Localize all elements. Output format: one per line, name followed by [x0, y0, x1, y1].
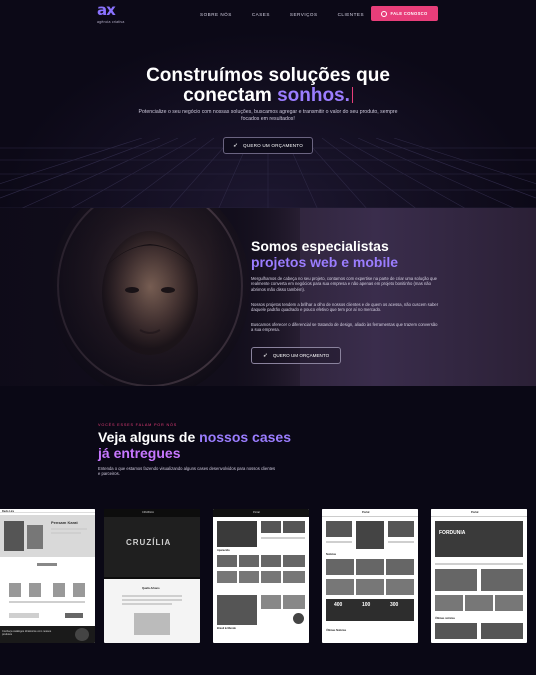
- typing-cursor: [351, 87, 353, 103]
- case-card-brand: Portal: [471, 511, 479, 514]
- cases-title-accent-2: já entregues: [98, 445, 181, 461]
- hero-title-accent: sonhos.: [277, 85, 350, 106]
- rocket-icon: ➶: [233, 142, 239, 149]
- specialists-paragraph-3: Buscamos oferecer o diferencial se trata…: [251, 322, 438, 333]
- site-header: ax agência criativa SOBRE NÓS CASES SERV…: [0, 0, 536, 30]
- nav-item-servicos[interactable]: SERVIÇOS: [290, 12, 318, 17]
- hero-quote-button-label: QUERO UM ORÇAMENTO: [243, 143, 303, 148]
- specialists-paragraph-1: Mergulhamos de cabeça no seu projeto, co…: [251, 276, 437, 292]
- case-card-stat: 400: [334, 602, 343, 608]
- nav-item-clientes[interactable]: CLIENTES: [338, 12, 364, 17]
- case-card-stat: 100: [362, 602, 371, 608]
- case-card-headline: CRUZÍLIA: [126, 538, 172, 547]
- specialists-title: Somos especialistas: [251, 238, 389, 254]
- cases-title-plain: Veja alguns de: [98, 429, 200, 445]
- case-card-headline: Aparecida: [217, 549, 230, 552]
- case-card-footer: Últimas notícias: [435, 617, 455, 620]
- specialists-section: Somos especialistas projetos web e mobil…: [0, 208, 536, 386]
- cases-subtitle: Entenda o que estamos fazendo visualizan…: [98, 466, 276, 477]
- hero-title: Construímos soluções que conectam sonhos…: [0, 66, 536, 106]
- cases-title-accent: nossos cases: [199, 429, 291, 445]
- nav-item-sobre[interactable]: SOBRE NÓS: [200, 12, 232, 17]
- hero-title-line2: conectam: [183, 85, 278, 106]
- case-card-headline: FORDUNIA: [439, 530, 466, 536]
- case-card-footer: Últimas Notícias: [326, 629, 347, 632]
- case-card[interactable]: Portal Notícias 400 100 300 Últimas Notí…: [322, 509, 418, 643]
- logo[interactable]: ax agência criativa: [97, 3, 131, 27]
- case-card-brand: CRUZILIA: [142, 511, 154, 514]
- contact-button-label: FALE CONOSCO: [390, 11, 428, 16]
- case-card-footer: Conheça catálogos dinâmicos com nossos p…: [2, 630, 52, 636]
- hero-subtitle: Potencialize o seu negócio com nossas so…: [138, 109, 398, 122]
- case-card[interactable]: Dedo Lira Pensam Karat Conheça catálogos…: [0, 509, 95, 643]
- case-card-stat: 300: [390, 602, 399, 608]
- case-card-footer: Brasil & Mundo: [217, 627, 237, 630]
- case-card-headline: Pensam Karat: [51, 520, 78, 525]
- specialists-title-accent: projetos web e mobile: [251, 254, 399, 270]
- logo-mark: ax: [97, 1, 116, 19]
- whatsapp-icon: [381, 10, 388, 17]
- case-card-footer: Qualis Arbano: [142, 587, 160, 590]
- hero-quote-button[interactable]: ➶ QUERO UM ORÇAMENTO: [223, 137, 313, 154]
- case-card-brand: Portal: [362, 511, 370, 514]
- rocket-icon: ➶: [262, 352, 268, 359]
- hero-section: Construímos soluções que conectam sonhos…: [0, 30, 536, 208]
- specialists-quote-button[interactable]: ➶ QUERO UM ORÇAMENTO: [251, 347, 341, 364]
- case-card-headline: Notícias: [326, 553, 337, 556]
- cases-section: VOCÊS ESSES FALAM POR NÓS Veja alguns de…: [0, 386, 536, 675]
- specialists-paragraph-2: Nossos projetos tendem a brilhar a olho …: [251, 302, 439, 313]
- contact-button[interactable]: FALE CONOSCO: [371, 6, 438, 21]
- specialists-quote-button-label: QUERO UM ORÇAMENTO: [272, 353, 330, 358]
- cases-title: Veja alguns de nossos cases já entregues: [98, 429, 291, 461]
- cases-tag: VOCÊS ESSES FALAM POR NÓS: [98, 423, 178, 427]
- case-card[interactable]: Portal Aparecida Brasil & Mundo: [213, 509, 309, 643]
- case-card[interactable]: Portal FORDUNIA Últimas notícias: [431, 509, 527, 643]
- hero-title-line1: Construímos soluções que: [146, 65, 390, 86]
- case-card-brand: Portal: [253, 511, 260, 514]
- case-card[interactable]: CRUZILIA CRUZÍLIA Qualis Arbano: [104, 509, 200, 643]
- logo-tagline: agência criativa: [97, 20, 125, 24]
- case-card-brand: Dedo Lira: [2, 510, 14, 513]
- nav-item-cases[interactable]: CASES: [252, 12, 270, 17]
